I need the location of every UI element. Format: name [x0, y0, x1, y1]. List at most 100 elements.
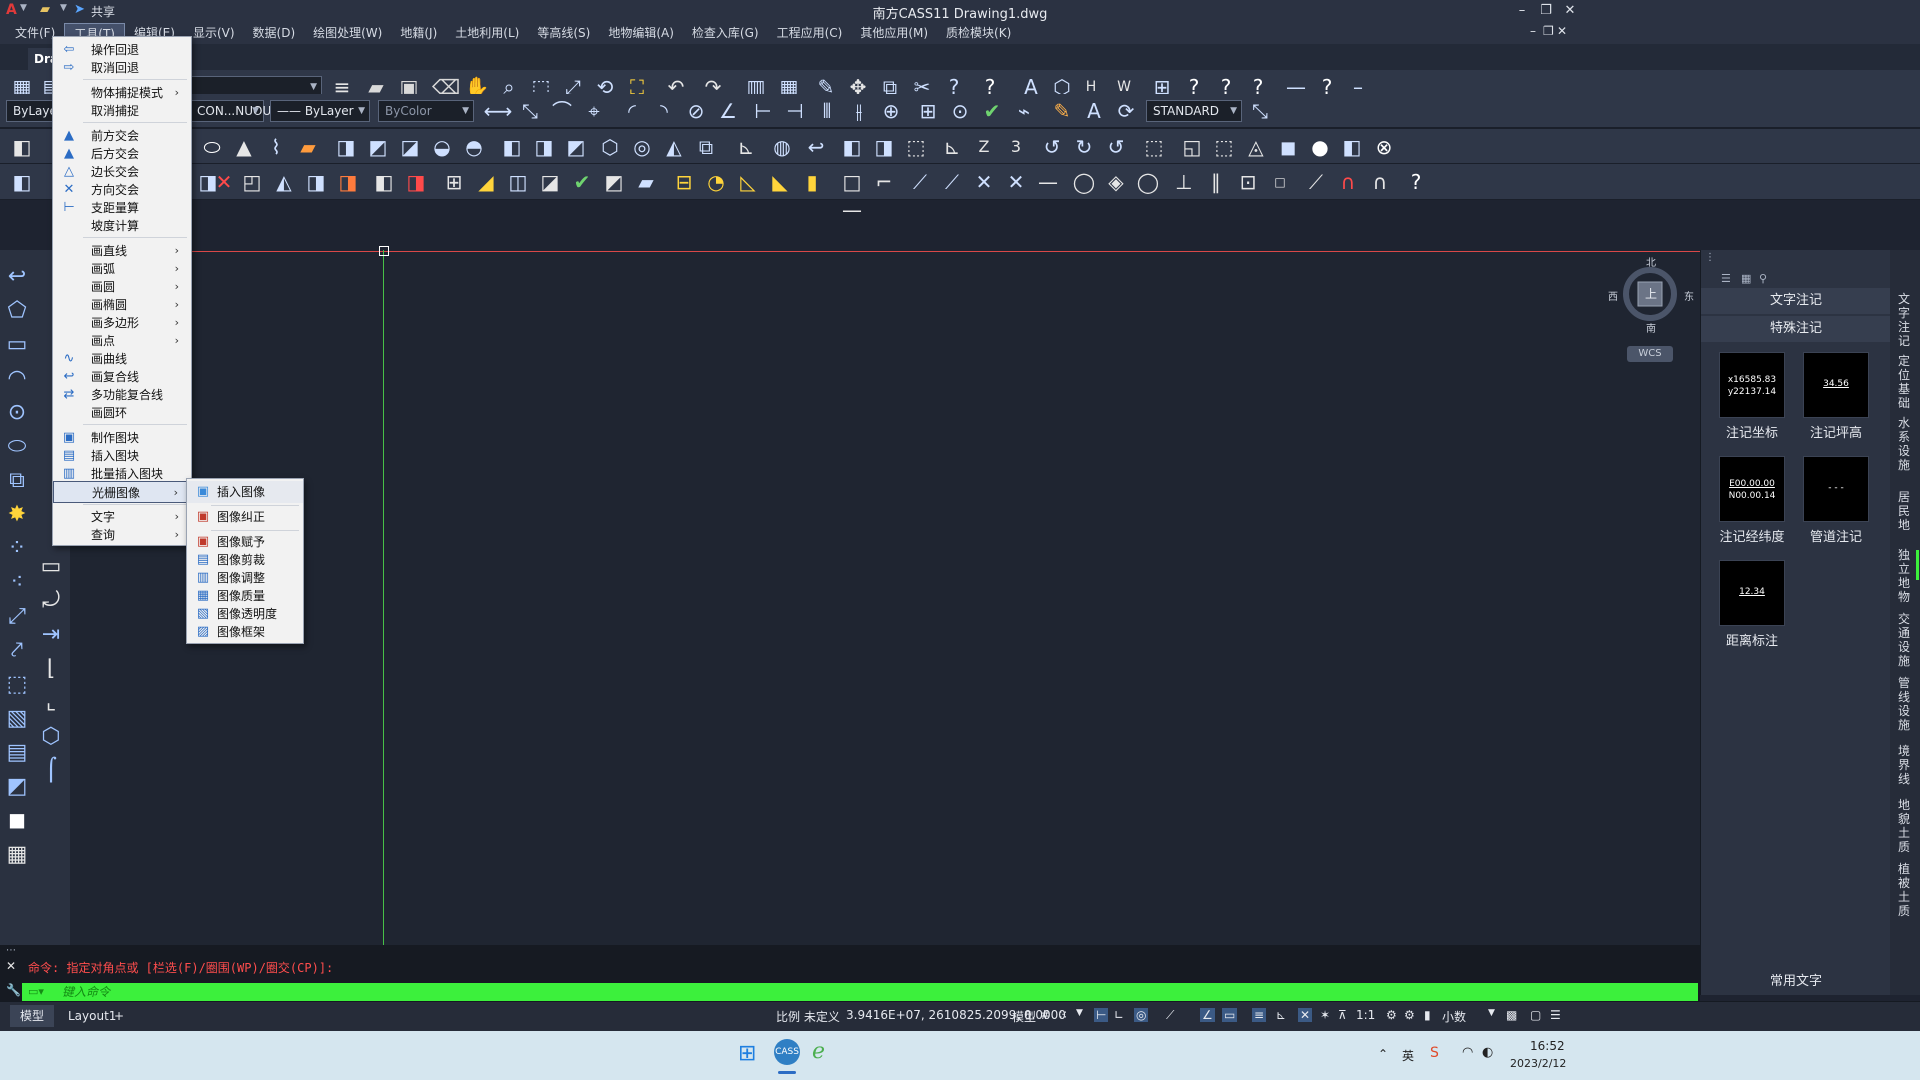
wireframe-icon[interactable]: ⬚	[1208, 133, 1240, 161]
menu-quality[interactable]: 质检模块(K)	[937, 23, 1020, 43]
menu-raster-image[interactable]: 光栅图像 ›	[53, 481, 191, 503]
snap-none-icon[interactable]: ∩	[1332, 168, 1364, 196]
ucs-face-icon[interactable]: ◧	[836, 133, 868, 161]
helix-icon[interactable]: ⌇	[260, 133, 292, 161]
close-button[interactable]: ✕	[1556, 0, 1584, 22]
card-pipe[interactable]: - - -	[1803, 456, 1869, 522]
dim-text-icon[interactable]: A	[1078, 97, 1110, 125]
vtab-pipeline[interactable]: 管线设施	[1894, 676, 1914, 732]
dim-continue-icon[interactable]: ⊣	[779, 97, 811, 125]
intersect-icon[interactable]: ◩	[560, 133, 592, 161]
lineweight-combo[interactable]: —— ByLayer ▼	[270, 100, 370, 122]
snap-apparent-icon[interactable]: ⟋	[936, 168, 968, 196]
3d-array-icon[interactable]: ⧉	[690, 133, 722, 161]
share-icon[interactable]: ➤	[74, 2, 85, 17]
color-combo[interactable]: ByColor ▼	[378, 100, 474, 122]
ucs-y-icon[interactable]: ↻	[1068, 133, 1100, 161]
copy-face-icon[interactable]: ◧	[368, 168, 400, 196]
dim-arc-icon[interactable]: ⌒	[546, 97, 578, 125]
dim-break-icon[interactable]: ⫲	[843, 97, 875, 125]
vtab-residential[interactable]: 居民地	[1894, 490, 1914, 532]
ucs-previous-icon[interactable]: ↩	[800, 133, 832, 161]
3d-align-icon[interactable]: ◭	[658, 133, 690, 161]
menu-contour[interactable]: 等高线(S)	[528, 23, 599, 43]
pyramid-icon[interactable]: ▲	[228, 133, 260, 161]
dim-aligned-icon[interactable]: ⤡	[514, 97, 546, 125]
submenu-insert-image[interactable]: ▣ 插入图像	[187, 481, 303, 503]
chamfer-icon[interactable]: ⌞	[34, 686, 68, 720]
shell-icon[interactable]: ◫	[502, 168, 534, 196]
grid-icon[interactable]: #	[1040, 1008, 1050, 1022]
viewcube[interactable]: 北 南 东 西 上 WCS	[1608, 258, 1694, 368]
union-icon[interactable]: ◧	[496, 133, 528, 161]
measure-dim-icon[interactable]: ⤢	[0, 600, 34, 634]
ucs-origin-icon[interactable]: ⊾	[936, 133, 968, 161]
selection-cycle-icon[interactable]: ✕	[1298, 1008, 1313, 1022]
snap-nearest-icon[interactable]: ⟋	[1300, 168, 1332, 196]
snap-help-icon[interactable]: ?	[1400, 168, 1432, 196]
rotate-icon[interactable]: ⤾	[34, 584, 68, 618]
volume-icon[interactable]: ▮	[796, 168, 828, 196]
3d-box-icon[interactable]: ⬡	[34, 720, 68, 754]
dim-linear-icon[interactable]: ⟷	[482, 97, 514, 125]
palette-list-view-icon[interactable]: ☰	[1721, 272, 1731, 285]
drawing-canvas[interactable]	[70, 246, 1700, 945]
compass-south[interactable]: 南	[1646, 320, 1656, 335]
rotate-face-icon[interactable]: ◭	[268, 168, 300, 196]
compass-east[interactable]: 东	[1684, 288, 1694, 303]
quick-access-chevron-icon[interactable]: ▼	[60, 3, 67, 13]
palette-grip[interactable]: ⋮	[1705, 252, 1715, 263]
dim-inspect-icon[interactable]: ✔	[976, 97, 1008, 125]
dim-ordinate-icon[interactable]: ⌖	[578, 97, 610, 125]
layer-combo[interactable]: ByLaye	[6, 100, 58, 122]
snap-insert-icon[interactable]: ⊡	[1232, 168, 1264, 196]
dim-center-mark-icon[interactable]: ⊙	[944, 97, 976, 125]
hidden-icon[interactable]: ◬	[1240, 133, 1272, 161]
command-customize-icon[interactable]: 🔧	[6, 983, 21, 997]
ucs-x-icon[interactable]: ↺	[1036, 133, 1068, 161]
ucs-3point-icon[interactable]: 3	[1000, 133, 1032, 161]
vtab-boundary[interactable]: 境界线	[1894, 744, 1914, 786]
ucs-z-rotate-icon[interactable]: ↺	[1100, 133, 1132, 161]
solid-edit-icon[interactable]: ◧	[6, 168, 38, 196]
cass-app-icon[interactable]: CASS	[774, 1039, 800, 1065]
menu-engineering[interactable]: 工程应用(C)	[768, 23, 852, 43]
ucs-apply-icon[interactable]: ⬚	[1138, 133, 1170, 161]
gradient-icon[interactable]: ▤	[0, 736, 34, 770]
text-style-combo[interactable]: STANDARD ▼	[1146, 100, 1242, 122]
command-close-icon[interactable]: ✕	[6, 959, 16, 973]
osnap-icon[interactable]: ◎	[1134, 1008, 1149, 1022]
card-latlon[interactable]: E00.00.00 N00.00.14	[1719, 456, 1785, 522]
command-grip[interactable]: ⋯	[6, 945, 16, 956]
dim-jog-line-icon[interactable]: ⌁	[1008, 97, 1040, 125]
clock-time[interactable]: 16:52	[1530, 1039, 1565, 1053]
sogou-ime-icon[interactable]: S	[1430, 1045, 1439, 1061]
dim-angle-icon[interactable]: ∠	[712, 97, 744, 125]
dim-baseline-icon[interactable]: ⊢	[747, 97, 779, 125]
3d-move-icon[interactable]: ⬡	[594, 133, 626, 161]
menu-query[interactable]: 查询 ›	[53, 524, 191, 546]
share-label[interactable]: 共享	[91, 3, 115, 20]
slice-icon[interactable]: ◩	[598, 168, 630, 196]
scale-status[interactable]: 比例 未定义	[776, 1008, 840, 1025]
menu-landuse[interactable]: 土地利用(L)	[446, 23, 528, 43]
rectangle-icon[interactable]: ▭	[0, 328, 34, 362]
menu-redo[interactable]: ⇨ 取消回退	[53, 57, 191, 79]
extrude-icon[interactable]: ◨	[330, 133, 362, 161]
polygon-icon[interactable]: ⬠	[0, 294, 34, 328]
snap-line-icon[interactable]: —	[1032, 168, 1064, 196]
linetype-combo[interactable]: CON...NUOU ▼	[190, 100, 271, 122]
vtab-water[interactable]: 水系设施	[1894, 416, 1914, 472]
dim-radius-icon[interactable]: ◜	[616, 97, 648, 125]
customize-status-icon[interactable]: ☰	[1550, 1008, 1561, 1022]
ucs-object-icon[interactable]: ◨	[868, 133, 900, 161]
clean-screen-icon[interactable]: ▢	[1530, 1008, 1541, 1022]
snap-tangent-icon[interactable]: ◯	[1132, 168, 1164, 196]
ortho-icon[interactable]: ⊢	[1094, 1008, 1109, 1022]
palette-tab-text-notes[interactable]: 文字注记	[1701, 288, 1891, 314]
menu-drawing[interactable]: 绘图处理(W)	[304, 23, 391, 43]
snap-extension-icon[interactable]: ✕	[968, 168, 1000, 196]
vtab-text-notes[interactable]: 文字注记	[1894, 292, 1914, 348]
revolve-icon[interactable]: ◒	[426, 133, 458, 161]
insert-block-icon[interactable]: ⧉	[0, 464, 34, 498]
